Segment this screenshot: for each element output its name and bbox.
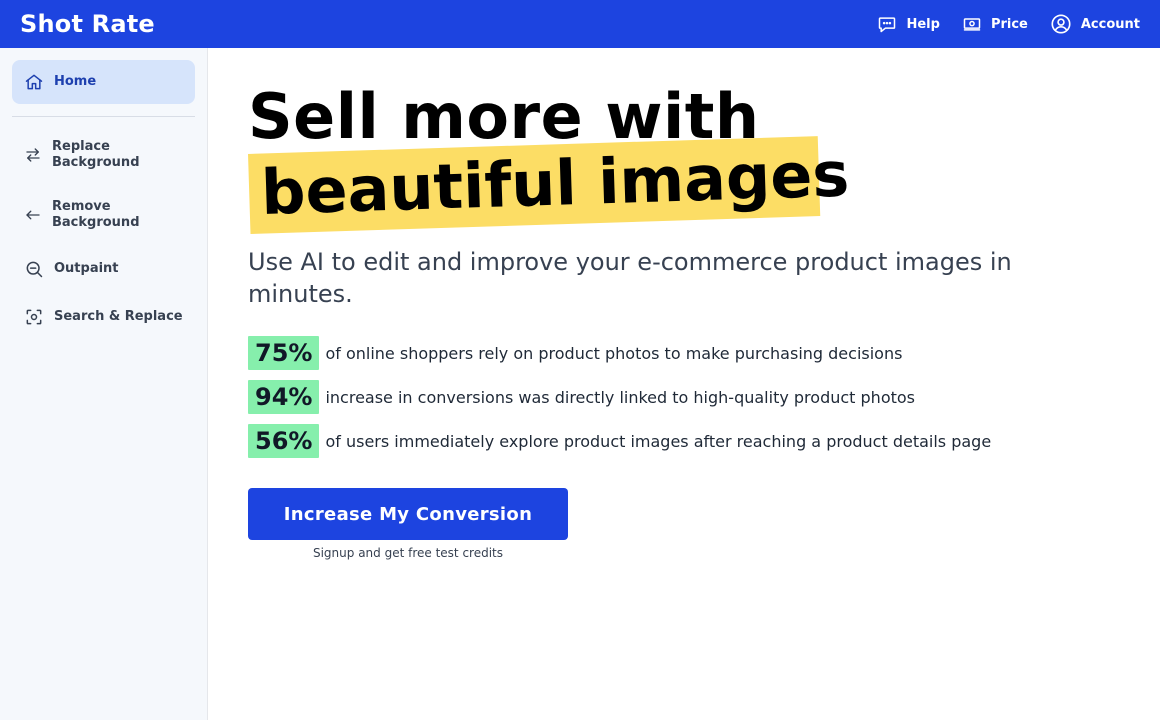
account-label: Account [1080, 16, 1140, 32]
home-icon [24, 72, 44, 92]
arrow-left-icon [24, 206, 42, 224]
scan-focus-icon [24, 307, 44, 327]
cta-section: Increase My Conversion Signup and get fr… [248, 488, 568, 560]
zoom-out-icon [24, 259, 44, 279]
stat-description: of online shoppers rely on product photo… [325, 343, 903, 363]
sidebar-item-home[interactable]: Home [12, 60, 195, 104]
stat-value-badge: 75% [248, 336, 320, 370]
account-link[interactable]: Account [1050, 13, 1140, 35]
sidebar-item-label-line2: Background [52, 215, 140, 230]
sidebar-item-replace-background[interactable]: Replace Background [12, 131, 195, 179]
sidebar-item-label: Replace Background [52, 139, 140, 171]
sidebar-item-label-line1: Remove [52, 199, 111, 214]
main-content: Sell more with beautiful images Use AI t… [248, 48, 1128, 560]
help-link[interactable]: Help [877, 14, 940, 34]
sidebar-item-outpaint[interactable]: Outpaint [12, 251, 195, 287]
sidebar-item-label-line1: Replace [52, 139, 110, 154]
price-label: Price [990, 16, 1028, 32]
sidebar-item-remove-background[interactable]: Remove Background [12, 191, 195, 239]
stat-item: 94% increase in conversions was directly… [248, 380, 1128, 414]
sidebar-item-label: Outpaint [54, 261, 119, 276]
help-label: Help [906, 16, 940, 32]
increase-conversion-button[interactable]: Increase My Conversion [248, 488, 568, 540]
cta-note: Signup and get free test credits [312, 546, 503, 560]
sidebar: Home Replace Background Remove Backgroun… [0, 48, 208, 720]
stat-item: 56% of users immediately explore product… [248, 424, 1128, 458]
brand-logo[interactable]: Shot Rate [20, 10, 155, 38]
sidebar-item-search-replace[interactable]: Search & Replace [12, 299, 195, 335]
hero-subtitle: Use AI to edit and improve your e-commer… [248, 248, 1012, 308]
stat-value-badge: 94% [248, 380, 320, 414]
top-navbar: Shot Rate Help Price Account [0, 0, 1160, 48]
chat-bubble-icon [877, 14, 897, 34]
stats-list: 75% of online shoppers rely on product p… [248, 336, 1128, 458]
stat-value-badge: 56% [248, 424, 320, 458]
sidebar-item-label: Remove Background [52, 199, 140, 231]
sidebar-divider [12, 116, 195, 117]
stat-item: 75% of online shoppers rely on product p… [248, 336, 1128, 370]
sidebar-item-label: Home [54, 74, 97, 89]
price-link[interactable]: Price [962, 14, 1028, 34]
top-nav: Help Price Account [877, 13, 1140, 35]
money-icon [962, 14, 982, 34]
stat-description: of users immediately explore product ima… [325, 431, 992, 451]
user-circle-icon [1050, 13, 1072, 35]
swap-arrows-icon [24, 146, 42, 164]
stat-description: increase in conversions was directly lin… [325, 387, 915, 407]
sidebar-item-label: Search & Replace [54, 309, 183, 324]
sidebar-item-label-line2: Background [52, 155, 140, 170]
hero-title-highlight: beautiful images [248, 136, 850, 242]
